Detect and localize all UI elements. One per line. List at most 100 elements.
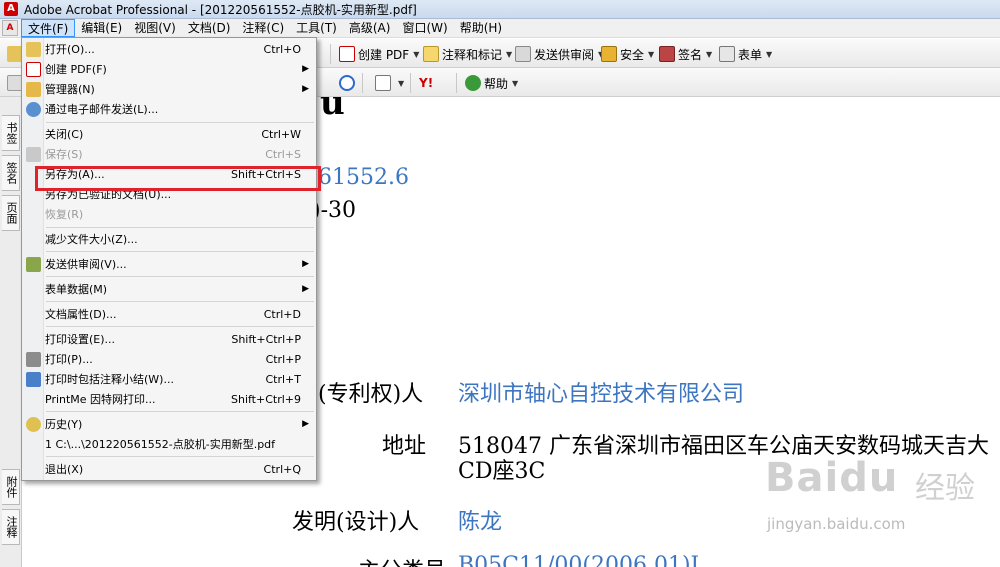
menu-item-form-data[interactable]: 表单数据(M) ▶ <box>23 279 315 299</box>
chevron-down-icon: ▼ <box>766 49 773 59</box>
lock-icon <box>601 46 617 62</box>
baidu-watermark: Baidu 经验 jingyan.baidu.com <box>765 455 995 545</box>
chevron-down-icon: ▼ <box>706 49 713 59</box>
create-pdf-button[interactable]: 创建 PDF ▼ <box>336 42 422 66</box>
menu-item-document-properties[interactable]: 文档属性(D)... Ctrl+D <box>23 304 315 324</box>
comment-markup-button[interactable]: 注释和标记 ▼ <box>420 42 515 66</box>
menu-item-email[interactable]: 通过电子邮件发送(L)... <box>23 99 315 119</box>
chevron-down-icon: ▼ <box>413 49 420 59</box>
menu-item-print[interactable]: 打印(P)... Ctrl+P <box>23 349 315 369</box>
menu-item-exit[interactable]: 退出(X) Ctrl+Q <box>23 459 315 479</box>
email-icon <box>26 101 41 117</box>
tab-attachments[interactable]: 附件 <box>2 469 20 505</box>
navigation-pane: 书签 签名 页面 附件 注释 <box>0 97 22 567</box>
menu-item-organizer[interactable]: 管理器(N) ▶ <box>23 79 315 99</box>
menu-document[interactable]: 文档(D) <box>182 19 237 37</box>
menu-advanced[interactable]: 高级(A) <box>343 19 397 37</box>
organizer-icon <box>26 81 41 97</box>
tab-bookmarks[interactable]: 书签 <box>2 115 20 151</box>
send-review-icon <box>515 46 531 62</box>
menu-item-recent-file[interactable]: 1 C:\...\201220561552-点胶机-实用新型.pdf <box>23 434 315 454</box>
tab-comments[interactable]: 注释 <box>2 509 20 545</box>
zoom-in-button[interactable] <box>336 71 361 95</box>
submenu-arrow-icon: ▶ <box>302 284 309 294</box>
menu-bar: A 文件(F) 编辑(E) 视图(V) 文档(D) 注释(C) 工具(T) 高级… <box>0 19 1000 38</box>
inventor-label: 发明(设计)人 <box>292 510 420 535</box>
sign-button[interactable]: 签名 ▼ <box>656 42 715 66</box>
submenu-arrow-icon: ▶ <box>302 419 309 429</box>
applicant-value: 深圳市轴心自控技术有限公司 <box>458 382 745 407</box>
menu-separator <box>46 411 314 412</box>
menu-item-revert[interactable]: 恢复(R) <box>23 204 315 224</box>
title-bar: A Adobe Acrobat Professional - [20122056… <box>0 0 1000 19</box>
menu-separator <box>46 301 314 302</box>
security-label: 安全 <box>620 47 645 62</box>
plus-circle-icon <box>339 75 355 91</box>
menu-item-close[interactable]: 关闭(C) Ctrl+W <box>23 124 315 144</box>
menu-tools[interactable]: 工具(T) <box>290 19 343 37</box>
menu-item-create-pdf[interactable]: 创建 PDF(F) ▶ <box>23 59 315 79</box>
help-button[interactable]: 帮助 ▼ <box>462 71 521 95</box>
menu-view[interactable]: 视图(V) <box>128 19 182 37</box>
menu-item-open[interactable]: 打开(O)... Ctrl+O <box>23 39 315 59</box>
menu-item-save[interactable]: 保存(S) Ctrl+S <box>23 144 315 164</box>
menu-item-print-setup[interactable]: 打印设置(E)... Shift+Ctrl+P <box>23 329 315 349</box>
submenu-arrow-icon: ▶ <box>302 259 309 269</box>
print-comments-icon <box>26 371 41 387</box>
tab-signatures[interactable]: 签名 <box>2 155 20 191</box>
page-icon <box>375 75 391 91</box>
form-icon <box>719 46 735 62</box>
menu-separator <box>46 456 314 457</box>
help-icon <box>465 75 481 91</box>
menu-file[interactable]: 文件(F) <box>21 19 76 37</box>
save-icon <box>26 146 41 162</box>
watermark-url: jingyan.baidu.com <box>767 515 906 533</box>
chevron-down-icon: ▼ <box>512 78 519 88</box>
menu-separator <box>46 326 314 327</box>
address-line-2: CD座3C <box>458 459 546 484</box>
menu-window[interactable]: 窗口(W) <box>396 19 453 37</box>
menu-item-reduce-size[interactable]: 减少文件大小(Z)... <box>23 229 315 249</box>
toolbar-separator <box>362 73 363 93</box>
printer-icon <box>26 351 41 367</box>
menu-item-print-with-comments[interactable]: 打印时包括注释小结(W)... Ctrl+T <box>23 369 315 389</box>
menu-separator <box>46 122 314 123</box>
application-number: 61552.6 <box>318 165 409 190</box>
folder-icon <box>26 41 41 57</box>
submenu-arrow-icon: ▶ <box>302 64 309 74</box>
menu-edit[interactable]: 编辑(E) <box>75 19 128 37</box>
pen-icon <box>659 46 675 62</box>
create-pdf-icon <box>339 46 355 62</box>
watermark-cn: 经验 <box>915 471 975 506</box>
chevron-down-icon: ▼ <box>398 78 405 88</box>
window-title: Adobe Acrobat Professional - [2012205615… <box>24 2 417 17</box>
forms-button[interactable]: 表单 ▼ <box>716 42 775 66</box>
menu-item-send-review[interactable]: 发送供审阅(V)... ▶ <box>23 254 315 274</box>
page-layout-button[interactable]: ▼ <box>372 71 407 95</box>
comment-markup-label: 注释和标记 <box>442 47 503 62</box>
forms-label: 表单 <box>738 47 763 62</box>
document-menu-icon[interactable]: A <box>2 20 18 36</box>
class-value: B05C11/00(2006.01)I <box>458 553 700 567</box>
tab-pages[interactable]: 页面 <box>2 195 20 231</box>
sign-label: 签名 <box>678 47 703 62</box>
toolbar-separator <box>410 73 411 93</box>
menu-help[interactable]: 帮助(H) <box>454 19 508 37</box>
menu-comments[interactable]: 注释(C) <box>236 19 290 37</box>
yahoo-button[interactable]: Y! <box>416 71 436 95</box>
menu-separator <box>46 276 314 277</box>
toolbar-separator <box>330 44 331 64</box>
clock-icon <box>26 416 41 432</box>
file-menu: 打开(O)... Ctrl+O 创建 PDF(F) ▶ 管理器(N) ▶ 通过电… <box>21 37 317 481</box>
toolbar-separator <box>456 73 457 93</box>
send-review-button[interactable]: 发送供审阅 ▼ <box>512 42 607 66</box>
menu-item-printme[interactable]: PrintMe 因特网打印... Shift+Ctrl+9 <box>23 389 315 409</box>
security-button[interactable]: 安全 ▼ <box>598 42 657 66</box>
highlight-annotation-box <box>35 166 321 191</box>
inventor-value: 陈龙 <box>458 510 503 535</box>
create-pdf-icon <box>26 61 41 77</box>
submenu-arrow-icon: ▶ <box>302 84 309 94</box>
menu-item-history[interactable]: 历史(Y) ▶ <box>23 414 315 434</box>
send-review-icon <box>26 256 41 272</box>
menu-separator <box>46 227 314 228</box>
